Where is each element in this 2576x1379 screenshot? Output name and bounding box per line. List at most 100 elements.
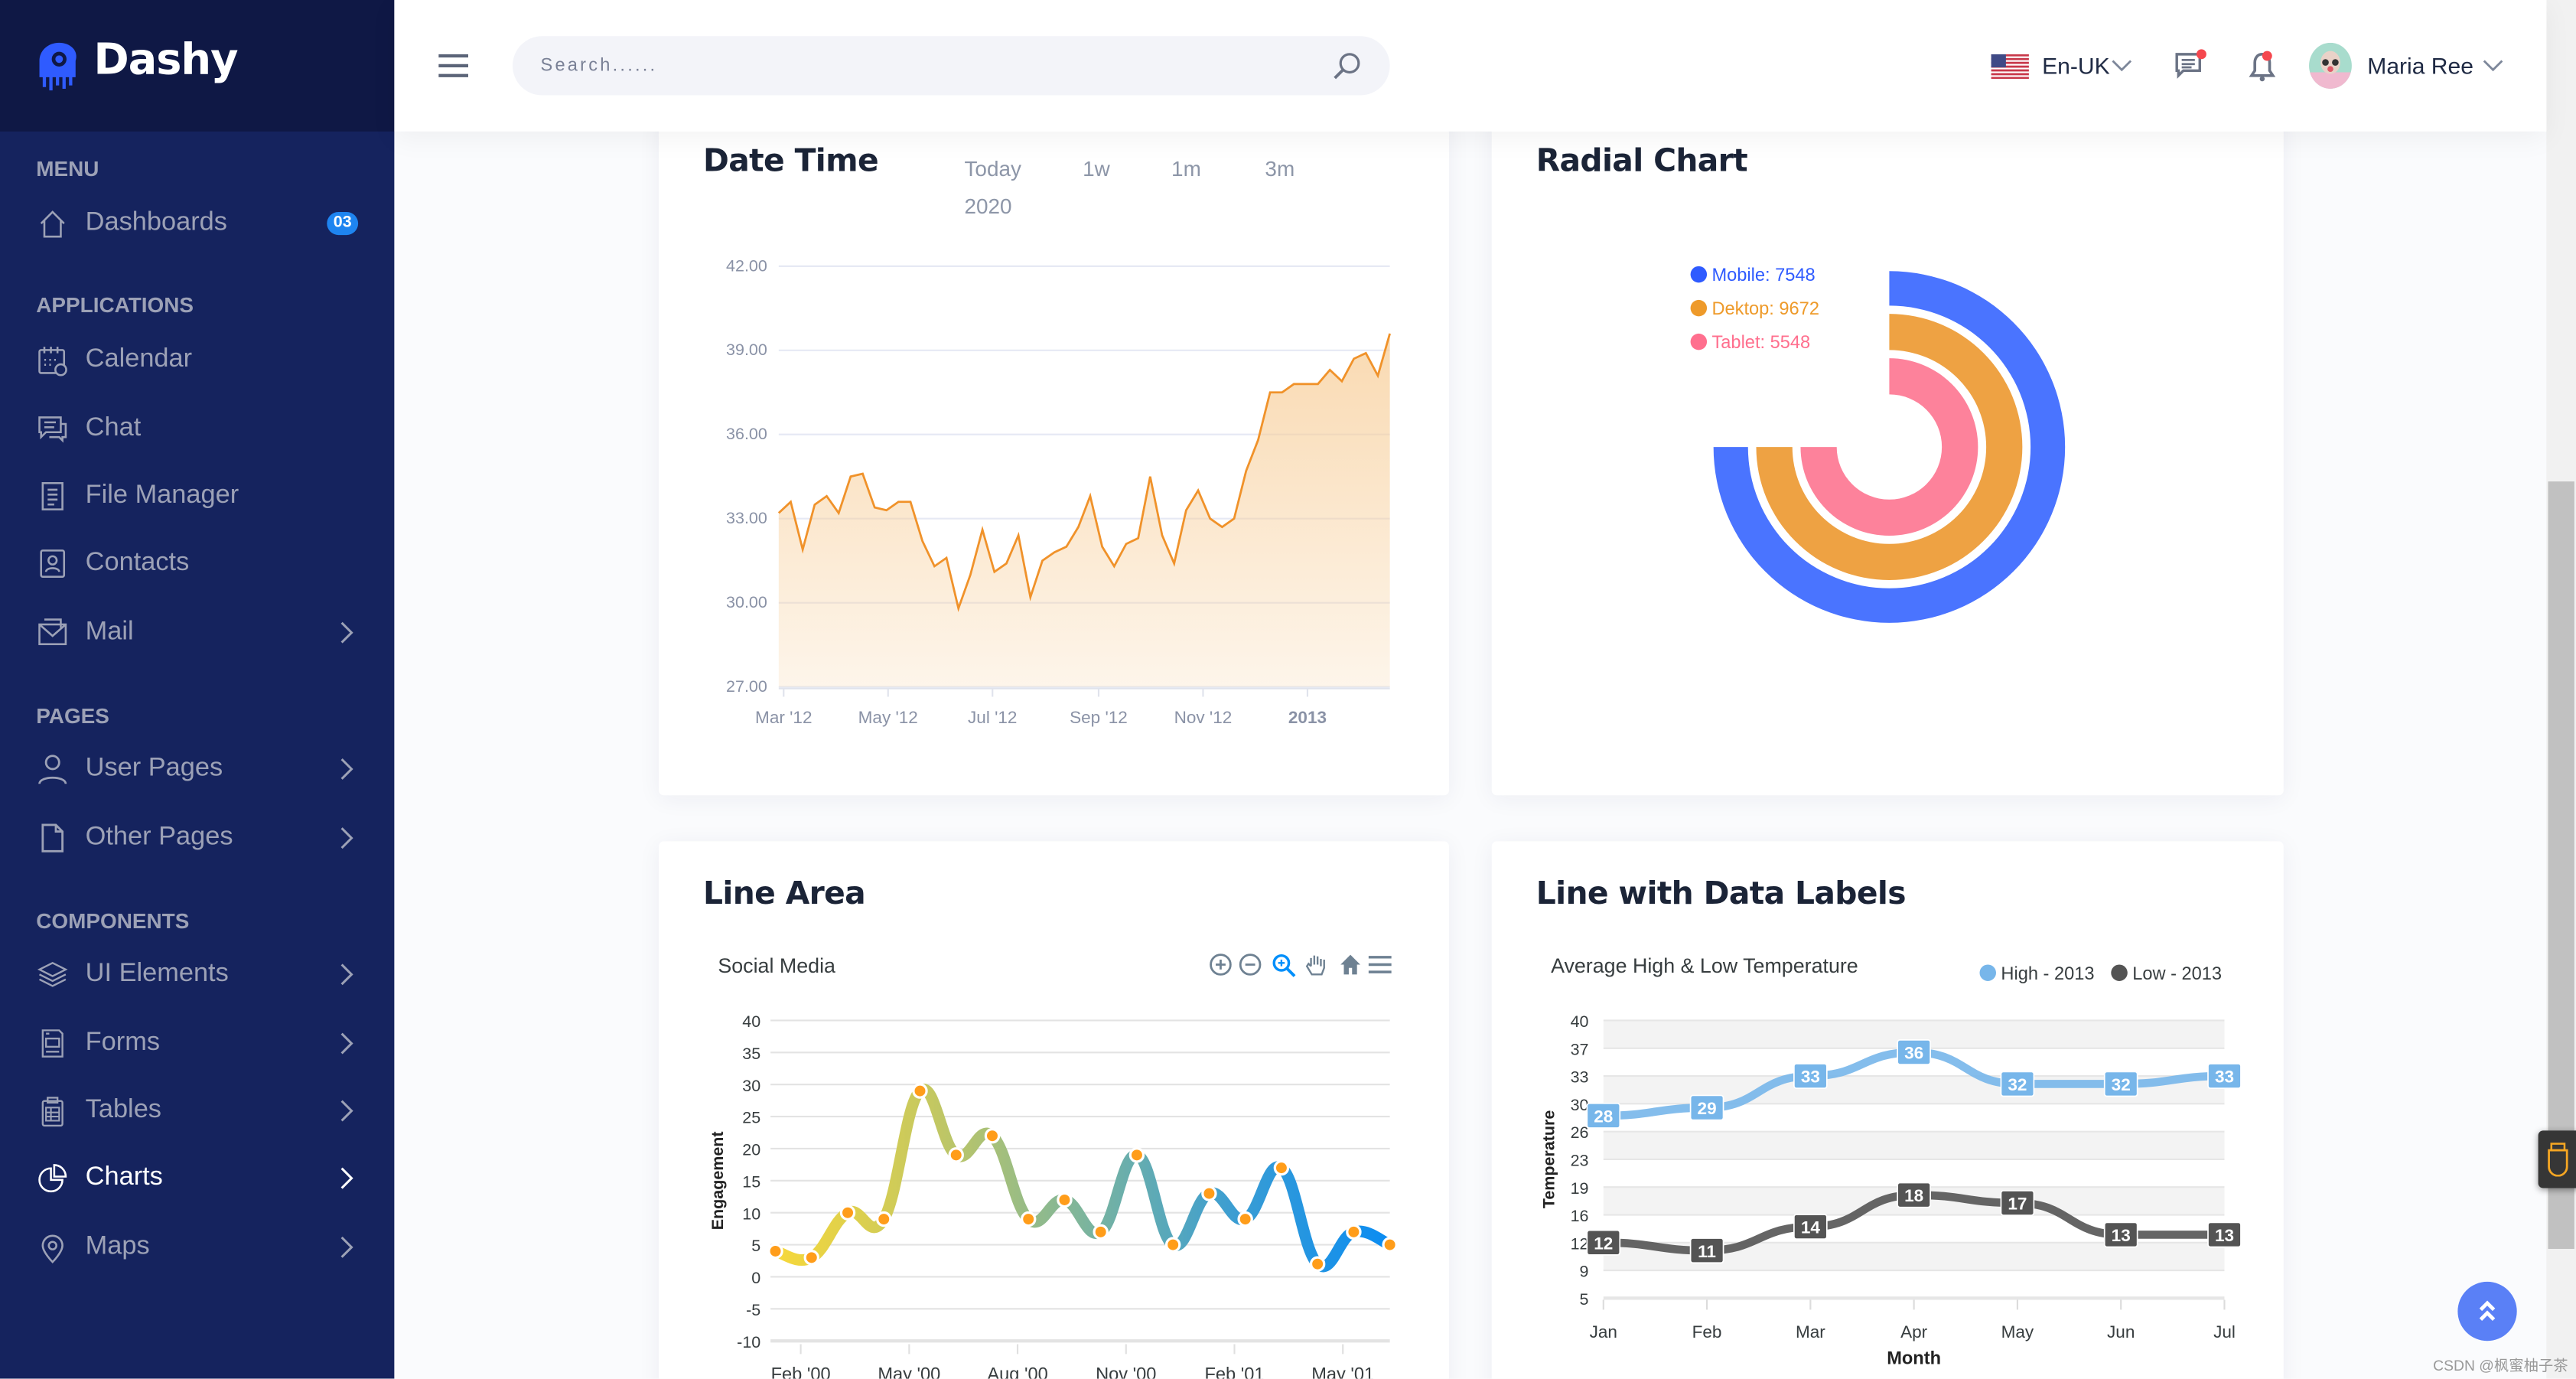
y-tick-label: 40 [1571, 1012, 1589, 1031]
x-tick-label: Jun [2107, 1322, 2135, 1342]
data-label: 29 [1698, 1099, 1717, 1118]
data-label: 12 [1594, 1234, 1613, 1253]
data-point [1128, 1147, 1145, 1163]
logo[interactable]: Dashy [0, 0, 395, 132]
data-point [1021, 1211, 1037, 1227]
x-tick-label: May '00 [878, 1365, 940, 1379]
data-point [984, 1128, 1001, 1144]
sidebar-item-ui-elements[interactable]: UI Elements [0, 945, 394, 1004]
x-tick-label: Jan [1590, 1322, 1617, 1342]
data-label: 14 [1801, 1218, 1821, 1237]
x-tick-label: Apr [1900, 1322, 1928, 1342]
data-label: 33 [2215, 1068, 2234, 1087]
data-point [1057, 1192, 1073, 1208]
chevron-right-icon [340, 1167, 353, 1189]
clipboard-icon [41, 1097, 64, 1127]
zoom-in-icon[interactable] [1209, 953, 1232, 976]
sidebar-item-file-manager[interactable]: File Manager [0, 467, 394, 526]
data-label: 33 [1801, 1068, 1820, 1087]
sidebar-item-user-pages[interactable]: User Pages [0, 739, 394, 798]
zoom-out-icon[interactable] [1239, 953, 1262, 976]
sidebar-item-contacts[interactable]: Contacts [0, 534, 394, 593]
user-icon [38, 755, 67, 784]
sidebar: Dashy MENU Dashboards 03 APPLICATIONS Calend… [0, 0, 395, 1379]
sidebar-item-label: Contacts [85, 549, 190, 577]
sidebar-item-charts[interactable]: Charts [0, 1149, 394, 1208]
sidebar-item-mail[interactable]: Mail [0, 603, 394, 662]
y-tick-label: 39.00 [726, 341, 767, 359]
y-tick-label: 15 [742, 1172, 760, 1191]
sidebar-item-tables[interactable]: Tables [0, 1081, 394, 1140]
date-time-chart: 42.00 39.00 36.00 33.00 30.00 27.00 Mar '12 May… [726, 256, 1391, 727]
y-tick-label: 5 [751, 1237, 760, 1255]
selection-zoom-icon[interactable] [1272, 953, 1296, 977]
side-extension-tab[interactable] [2538, 1130, 2576, 1188]
y-tick-label: 37 [1571, 1040, 1589, 1058]
temperature-chart: Average High & Low Temperature 40 37 33 30 26… [1539, 954, 2242, 1368]
date-time-card: Date Time Today 1w 1m 3m 2020 42.00 39.00… [659, 115, 1449, 796]
us-flag-icon [1991, 54, 2029, 80]
menu-icon[interactable] [1368, 955, 1392, 975]
sidebar-item-label: Dashboards [85, 208, 227, 237]
x-tick-label: May [2001, 1322, 2034, 1342]
chevron-down-icon [2483, 60, 2503, 72]
y-tick-label: 30.00 [726, 593, 767, 611]
y-tick-label: 5 [1580, 1290, 1589, 1309]
chevron-right-icon [340, 827, 353, 849]
y-tick-label: -10 [737, 1333, 760, 1351]
sidebar-item-forms[interactable]: Forms [0, 1014, 394, 1073]
form-icon [41, 1029, 64, 1058]
y-tick-label: 25 [742, 1109, 760, 1127]
sidebar-item-maps[interactable]: Maps [0, 1218, 394, 1276]
sidebar-section-title: COMPONENTS [36, 908, 190, 934]
legend-label: Dektop: 9672 [1712, 299, 1819, 319]
count-badge: 03 [327, 212, 359, 236]
sidebar-item-dashboards[interactable]: Dashboards 03 [0, 194, 394, 253]
x-tick-label: Mar [1796, 1322, 1825, 1342]
search-input[interactable] [512, 36, 1390, 96]
menu-icon[interactable] [437, 53, 470, 79]
data-point [1346, 1224, 1362, 1240]
home-icon [40, 210, 65, 238]
chart-title: Social Media [718, 954, 835, 977]
radial-chart: Mobile: 7548 Dektop: 9672 Tablet: 5548 [1690, 266, 2066, 623]
data-point [767, 1243, 783, 1260]
sidebar-item-label: Charts [85, 1163, 163, 1192]
sidebar-section-title: PAGES [36, 703, 109, 729]
calendar-icon [38, 347, 67, 377]
legend-marker [1690, 266, 1708, 283]
chevron-right-icon [340, 758, 353, 780]
scroll-to-top-button[interactable] [2457, 1281, 2517, 1342]
x-tick-label: Sep '12 [1070, 708, 1128, 727]
data-label: 36 [1904, 1044, 1923, 1063]
home-reset-icon[interactable] [1339, 953, 1362, 976]
pie-chart-icon [38, 1164, 67, 1193]
y-tick-label: 10 [742, 1205, 760, 1223]
sidebar-item-calendar[interactable]: Calendar [0, 331, 394, 390]
chevron-right-icon [340, 1236, 353, 1258]
search-icon[interactable] [1332, 51, 1362, 81]
x-tick-label: Jul '12 [968, 708, 1017, 727]
data-label: 18 [1904, 1186, 1923, 1205]
chart-title: Average High & Low Temperature [1551, 954, 1858, 977]
y-tick-label: 9 [1580, 1263, 1589, 1281]
y-tick-label: 40 [742, 1012, 760, 1031]
pan-hand-icon[interactable] [1304, 953, 1327, 977]
x-tick-label: Feb '01 [1204, 1365, 1264, 1379]
data-point [876, 1211, 892, 1227]
sidebar-item-label: User Pages [85, 754, 223, 783]
double-chevron-up-icon [2479, 1300, 2496, 1321]
data-point [1273, 1159, 1290, 1176]
data-point [1237, 1211, 1253, 1227]
page-icon [41, 823, 64, 853]
sidebar-item-other-pages[interactable]: Other Pages [0, 808, 394, 867]
data-label: 32 [2112, 1075, 2131, 1094]
top-header: En-UK Maria Ree [394, 0, 2547, 132]
grid-band [1603, 1131, 2225, 1159]
sidebar-item-label: Maps [85, 1232, 150, 1260]
radial-bar-tablet [1800, 358, 1978, 536]
data-point [1309, 1256, 1326, 1272]
sidebar-item-chat[interactable]: Chat [0, 399, 394, 458]
x-tick-label: Nov '12 [1174, 708, 1233, 727]
y-tick-label: -5 [746, 1301, 760, 1319]
